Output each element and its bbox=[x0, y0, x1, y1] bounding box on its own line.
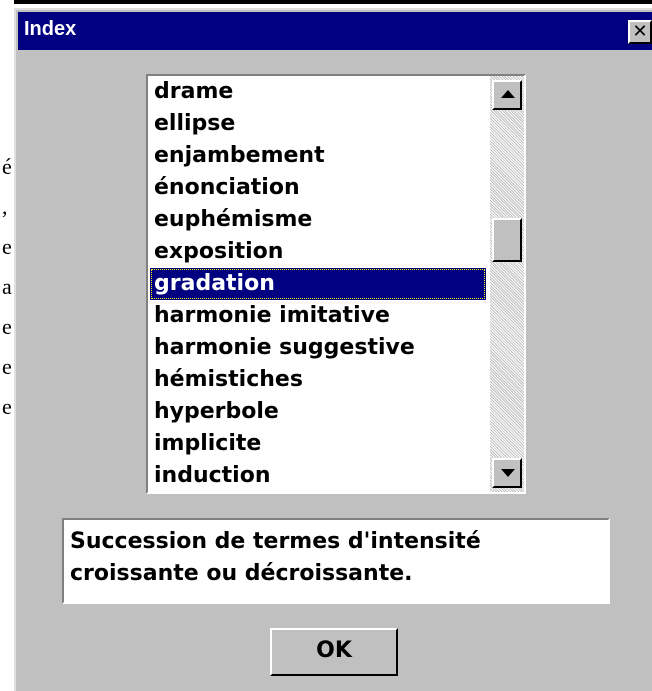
background-text-fragment: a bbox=[2, 274, 12, 299]
list-item[interactable]: enjambement bbox=[150, 140, 486, 172]
arrow-down-icon bbox=[501, 469, 515, 477]
background-window-edge bbox=[0, 0, 652, 4]
close-icon: ✕ bbox=[632, 21, 648, 42]
dialog-title: Index bbox=[24, 18, 77, 40]
list-item[interactable]: hyperbole bbox=[150, 396, 486, 428]
index-dialog: Index ✕ drame ellipse enjambement énonciati… bbox=[14, 8, 652, 691]
list-item[interactable]: induction bbox=[150, 460, 486, 492]
definition-text: Succession de termes d'intensité croissa… bbox=[62, 518, 610, 604]
list-item[interactable]: harmonie imitative bbox=[150, 300, 486, 332]
background-text-fragment: e bbox=[2, 314, 12, 339]
list-item[interactable]: exposition bbox=[150, 236, 486, 268]
list-item[interactable]: énonciation bbox=[150, 172, 486, 204]
close-button[interactable]: ✕ bbox=[628, 20, 652, 44]
background-text-fragment: e bbox=[2, 234, 12, 259]
ok-button[interactable]: OK bbox=[270, 628, 398, 676]
vertical-scrollbar[interactable] bbox=[490, 76, 524, 492]
background-text-fragment: e bbox=[2, 354, 12, 379]
list-item[interactable]: implicite bbox=[150, 428, 486, 460]
list-item[interactable]: harmonie suggestive bbox=[150, 332, 486, 364]
index-listbox[interactable]: drame ellipse enjambement énonciation euphém… bbox=[146, 74, 526, 494]
list-item[interactable]: hémistiches bbox=[150, 364, 486, 396]
scroll-down-button[interactable] bbox=[492, 458, 522, 488]
scroll-up-button[interactable] bbox=[492, 80, 522, 110]
background-text-fragment: , bbox=[2, 194, 8, 219]
list-item[interactable]: ellipse bbox=[150, 108, 486, 140]
list-item-selected[interactable]: gradation bbox=[150, 268, 486, 300]
title-bar[interactable]: Index ✕ bbox=[18, 12, 652, 50]
background-text-fragment: é bbox=[2, 154, 12, 179]
scroll-thumb[interactable] bbox=[492, 218, 522, 262]
list-item[interactable]: euphémisme bbox=[150, 204, 486, 236]
arrow-up-icon bbox=[501, 90, 515, 98]
listbox-items: drame ellipse enjambement énonciation euphém… bbox=[150, 76, 486, 492]
background-document: é , e a e e e bbox=[0, 0, 14, 691]
background-text-fragment: e bbox=[2, 394, 12, 419]
list-item[interactable]: drame bbox=[150, 76, 486, 108]
